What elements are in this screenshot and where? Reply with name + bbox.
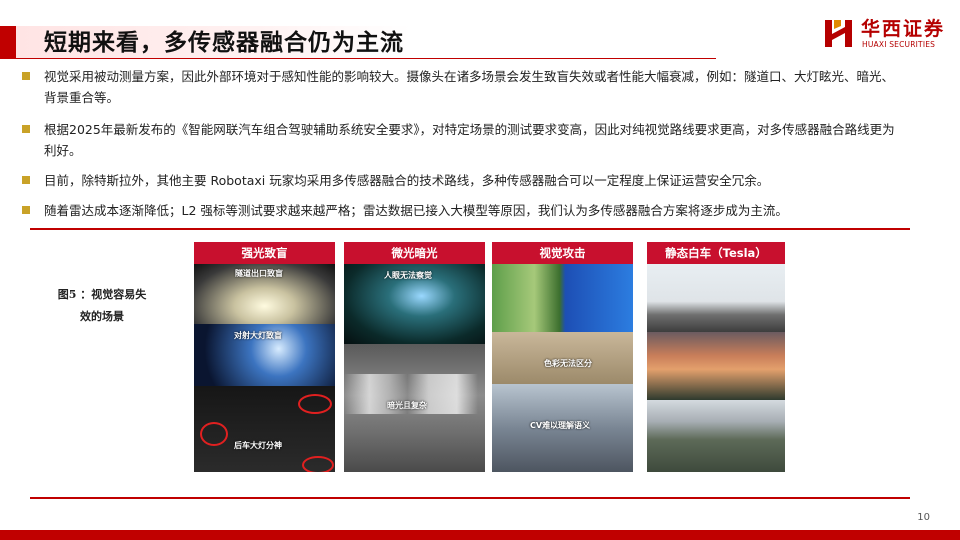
panel-label: 隧道出口致盲	[235, 269, 283, 278]
bullet-item: 目前，除特斯拉外，其他主要 Robotaxi 玩家均采用多传感器融合的技术路线，…	[22, 170, 902, 191]
panel-label: 对射大灯致盲	[234, 331, 282, 340]
highlight-circle	[298, 394, 332, 414]
section-divider-bottom	[30, 497, 910, 499]
huaxi-logo-icon	[825, 20, 852, 47]
figure-panel-low-light: 微光暗光 人眼无法察觉 暗光且复杂	[344, 242, 485, 472]
bullet-text: 目前，除特斯拉外，其他主要 Robotaxi 玩家均采用多传感器融合的技术路线，…	[44, 173, 770, 188]
bullet-text: 随着雷达成本逐渐降低；L2 强标等测试要求越来越严格；雷达数据已接入大模型等原因…	[44, 203, 788, 218]
bullet-square-icon	[22, 206, 30, 214]
bullet-square-icon	[22, 125, 30, 133]
panel-label: 色彩无法区分	[544, 359, 592, 368]
figure-panel-strong-light: 强光致盲 隧道出口致盲 对射大灯致盲 后车大灯分神	[194, 242, 335, 472]
header-accent-bar	[0, 26, 16, 59]
footer-bar	[0, 530, 960, 540]
page-title: 短期来看，多传感器融合仍为主流	[44, 30, 404, 56]
section-divider-top	[30, 228, 910, 230]
bullet-item: 视觉采用被动测量方案，因此外部环境对于感知性能的影响较大。摄像头在诸多场景会发生…	[22, 66, 902, 108]
panel-title: 强光致盲	[194, 242, 335, 264]
bullet-text: 视觉采用被动测量方案，因此外部环境对于感知性能的影响较大。摄像头在诸多场景会发生…	[44, 69, 895, 105]
highlight-circle	[302, 456, 334, 472]
bullet-square-icon	[22, 72, 30, 80]
panel-label: CV难以理解语义	[530, 421, 591, 430]
panel-title: 微光暗光	[344, 242, 485, 264]
bullet-text: 根据2025年最新发布的《智能网联汽车组合驾驶辅助系统安全要求》，对特定场景的测…	[44, 122, 895, 158]
bullet-square-icon	[22, 176, 30, 184]
header-underline	[16, 58, 716, 59]
bullet-item: 根据2025年最新发布的《智能网联汽车组合驾驶辅助系统安全要求》，对特定场景的测…	[22, 119, 902, 161]
logo-english-name: HUAXI SECURITIES	[862, 40, 936, 49]
figure-caption-line2: 效的场景	[80, 310, 124, 323]
figure-panel-visual-attack: 视觉攻击 色彩无法区分 CV难以理解语义	[492, 242, 633, 472]
panel-label: 暗光且复杂	[387, 401, 427, 410]
highlight-circle	[200, 422, 228, 446]
overturned-truck-photo	[647, 400, 785, 472]
panel-label: 人眼无法察觉	[384, 271, 432, 280]
figure-panel-static-white-truck: 静态白车（Tesla）	[647, 242, 785, 472]
bullet-item: 随着雷达成本逐渐降低；L2 强标等测试要求越来越严格；雷达数据已接入大模型等原因…	[22, 200, 902, 221]
figure-caption: 图5 ：视觉容易失 效的场景	[52, 284, 152, 328]
logo-chinese-name: 华西证券	[861, 18, 946, 40]
panel-title: 静态白车（Tesla）	[647, 242, 785, 264]
white-truck-photo	[647, 264, 785, 332]
panel-title: 视觉攻击	[492, 242, 633, 264]
page-number: 10	[917, 512, 930, 523]
adversarial-pattern-photo	[492, 264, 633, 332]
panel-label: 后车大灯分神	[234, 441, 282, 450]
figure-caption-line1: 图5 ：视觉容易失	[57, 288, 147, 301]
sunset-crash-photo	[647, 332, 785, 400]
